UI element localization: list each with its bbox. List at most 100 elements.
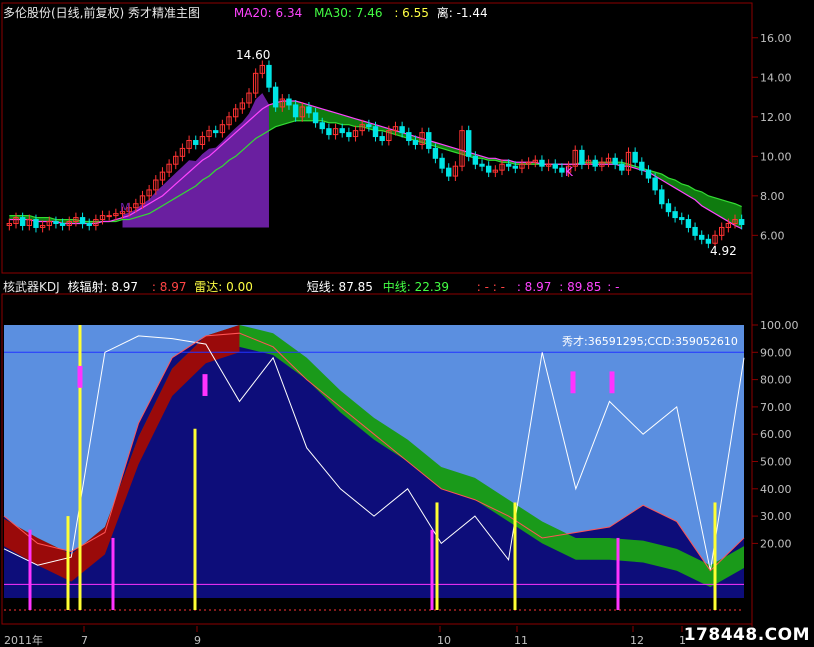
candle-body xyxy=(619,163,625,171)
candle-body xyxy=(665,203,672,213)
candle-body xyxy=(579,149,585,165)
candle-body xyxy=(705,238,712,244)
bottom-tick-label: 30.00 xyxy=(760,510,792,523)
candle-body xyxy=(652,177,658,191)
candle-body xyxy=(692,226,698,236)
candle-body xyxy=(426,132,432,149)
candle-body xyxy=(366,124,372,128)
candle-body xyxy=(286,98,292,106)
mid-label: 中线: 22.39 xyxy=(382,280,449,294)
bottom-tick-label: 40.00 xyxy=(760,483,792,496)
top-tick-label: 14.00 xyxy=(760,71,792,84)
candle-body xyxy=(612,157,618,165)
top-y-axis: 6.00 8.00 10.00 12.00 14.00 16.00 xyxy=(752,32,792,242)
bottom-tick-label: 50.00 xyxy=(760,456,792,469)
kdj-background xyxy=(4,325,744,598)
chart-title: 多伦股份(日线,前复权) 秀才精准主图 xyxy=(3,6,200,20)
low-price-label: 4.92 xyxy=(710,244,737,258)
candle-body xyxy=(699,234,705,240)
kdj-title: 核武器KDJ xyxy=(3,280,60,294)
chart-canvas: 6.00 8.00 10.00 12.00 14.00 16.00 20.00 30.00 4… xyxy=(1,2,799,647)
radar-label: 雷达: 0.00 xyxy=(194,280,253,294)
candle-body xyxy=(659,189,665,205)
top-tick-label: 6.00 xyxy=(760,229,785,242)
candle-body xyxy=(272,86,279,108)
top-tick-label: 8.00 xyxy=(760,190,785,203)
candle-body xyxy=(672,211,678,219)
x-tick-label: 12 xyxy=(630,634,644,647)
candle-body xyxy=(86,223,92,226)
bottom-tick-label: 100.00 xyxy=(760,319,799,332)
bottom-tick-label: 70.00 xyxy=(760,401,792,414)
signal-bar xyxy=(193,428,197,610)
x-tick-label: 10 xyxy=(437,634,451,647)
top-tick-label: 16.00 xyxy=(760,32,792,45)
xiucai-label: 秀才:36591295;CCD:359052610 xyxy=(562,335,738,348)
candle-body xyxy=(592,159,598,167)
signal-bar xyxy=(28,529,32,610)
candle-body xyxy=(399,126,405,134)
candle-body xyxy=(432,147,439,159)
candle-body xyxy=(79,217,86,225)
signal-bar xyxy=(111,537,115,610)
short-label: 短线: 87.85 xyxy=(306,280,373,294)
candle-body xyxy=(53,221,59,225)
candle-body xyxy=(379,136,385,142)
x-tick-label: 11 xyxy=(514,634,528,647)
x-tick-label: 7 xyxy=(81,634,88,647)
bottom-tick-label: 90.00 xyxy=(760,346,792,359)
x-axis: 7 9 10 11 12 12011年 xyxy=(4,626,686,647)
v3-label: : - xyxy=(607,280,620,294)
deviation-label: 离: -1.44 xyxy=(436,6,488,20)
candle-body xyxy=(292,104,299,118)
candle-body xyxy=(738,219,745,225)
candle-body xyxy=(266,64,272,88)
tail-label: : - : - xyxy=(476,280,505,294)
candle-body xyxy=(645,169,652,179)
candle-body xyxy=(512,165,519,169)
candle-body xyxy=(106,215,112,218)
candle-body xyxy=(685,219,692,228)
top-header: 多伦股份(日线,前复权) 秀才精准主图 MA20: 6.34 MA30: 7.4… xyxy=(3,4,488,21)
candle-body xyxy=(339,128,345,134)
signal-bar xyxy=(430,529,434,610)
candle-body xyxy=(193,140,199,145)
candle-body xyxy=(306,106,312,114)
m-marker: M xyxy=(120,201,131,215)
signal-bar xyxy=(713,502,717,610)
candle-body xyxy=(552,163,558,169)
candle-body xyxy=(559,167,565,173)
magenta-marker xyxy=(77,365,83,388)
candle-body xyxy=(59,223,66,226)
candle-body xyxy=(679,217,685,221)
candle-body xyxy=(466,130,472,157)
top-tick-label: 12.00 xyxy=(760,111,792,124)
candle-body xyxy=(406,132,412,142)
nuke2-label: : 8.97 xyxy=(151,280,187,294)
candle-body xyxy=(632,151,638,163)
signal-bar xyxy=(66,516,70,610)
magenta-marker xyxy=(570,371,576,394)
price-label: : 6.55 xyxy=(394,6,429,20)
candle-body xyxy=(479,163,485,167)
candle-body xyxy=(213,130,219,134)
candle-body xyxy=(346,132,352,138)
candle-body xyxy=(539,159,545,167)
v1-label: : 8.97 xyxy=(516,280,552,294)
bottom-tick-label: 20.00 xyxy=(760,537,792,550)
magenta-marker xyxy=(202,374,208,396)
candle-body xyxy=(412,140,419,145)
candle-body xyxy=(439,157,445,169)
candle-body xyxy=(33,219,39,228)
candle-body xyxy=(319,122,325,130)
top-tick-label: 10.00 xyxy=(760,150,792,163)
nuke-label: 核辐射: 8.97 xyxy=(67,280,139,294)
x-year-label: 2011年 xyxy=(4,633,43,647)
candle-body xyxy=(485,165,492,173)
signal-bar xyxy=(616,537,620,610)
candle-body xyxy=(326,128,332,136)
top-panel-frame xyxy=(1,2,753,274)
candle-body xyxy=(19,217,26,226)
ma20-label: MA20: 6.34 xyxy=(233,6,303,20)
candle-body xyxy=(446,167,452,177)
